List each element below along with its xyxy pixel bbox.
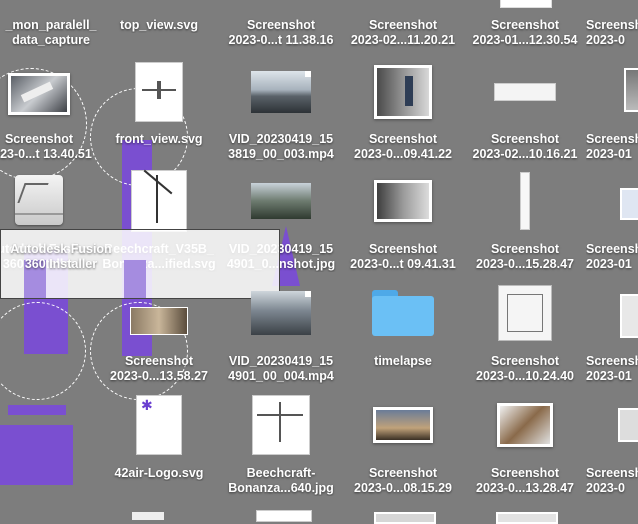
- screenshot-thumbnail: [475, 282, 575, 344]
- file-detail: 2023-01: [586, 147, 632, 161]
- file-detail: 2023-0...15.28.47: [476, 257, 574, 271]
- screenshot-thumbnail: [475, 62, 575, 122]
- file-detail: 360 Installer: [2, 257, 76, 271]
- screenshot-thumbnail: [109, 282, 209, 344]
- file-detail: 2023-0: [586, 481, 625, 495]
- file-r1c0[interactable]: Screenshot2023-0...t 13.40.51: [0, 66, 100, 178]
- file-detail: 2023-01: [586, 257, 632, 271]
- file-name: Screenshot: [368, 132, 438, 146]
- file-detail: Bonanza...640.jpg: [228, 481, 334, 495]
- file-detail: 2023-0...13.58.27: [110, 369, 208, 383]
- file-name: Screenshot: [124, 354, 194, 368]
- file-name: Screenshot: [586, 132, 638, 146]
- file-r1c3[interactable]: Screenshot 2023-0...09.41.22: [342, 62, 464, 174]
- file-name: Screenshot: [490, 132, 560, 146]
- file-r3c3[interactable]: timelapse: [342, 282, 464, 394]
- file-name: Screenshot: [368, 242, 438, 256]
- file-name: top_view.svg: [119, 18, 199, 32]
- file-r4c1[interactable]: ✱ 42air-Logo.svg: [98, 394, 220, 506]
- file-detail: 4901_00_004.mp4: [228, 369, 334, 383]
- file-detail: 2023-02...11.20.21: [350, 33, 456, 47]
- svg-thumbnail: [109, 169, 209, 232]
- file-detail: 4901_0...nshot.jpg: [226, 257, 336, 271]
- file-name: Screenshot: [4, 132, 74, 146]
- file-name: VID_20230419_15: [228, 132, 334, 146]
- partial-thumbnail: [256, 510, 312, 522]
- partial-thumbnail: [374, 512, 436, 524]
- partial-thumbnail: [496, 512, 558, 524]
- file-detail: 2023-0: [586, 33, 625, 47]
- purple-block-bottom: [8, 405, 66, 415]
- file-r4c3[interactable]: Screenshot 2023-0...08.15.29: [342, 394, 464, 506]
- file-name: VID_20230419_15: [228, 354, 334, 368]
- file-detail: 2023-0...13.28.47: [476, 481, 574, 495]
- file-r1c5[interactable]: Screenshot2023-01: [586, 62, 638, 174]
- file-detail: 2023-01: [586, 369, 632, 383]
- file-r3c4[interactable]: Screenshot 2023-0...10.24.40: [464, 282, 586, 394]
- file-r1c1[interactable]: front_view.svg: [98, 62, 220, 174]
- file-r4c5[interactable]: Screenshot2023-0: [586, 394, 638, 506]
- file-r3c2[interactable]: VID_20230419_15 4901_00_004.mp4: [220, 282, 342, 394]
- file-name: 42air-Logo.svg: [114, 466, 204, 480]
- file-name: Screenshot: [490, 466, 560, 480]
- file-name: Screenshot: [586, 242, 638, 256]
- svg-thumbnail: [109, 62, 209, 122]
- file-detail: 3819_00_003.mp4: [228, 147, 334, 161]
- file-detail: 2023-0...08.15.29: [354, 481, 452, 495]
- file-name: Beechcraft-: [246, 466, 316, 480]
- file-name: Screenshot: [586, 354, 638, 368]
- video-thumbnail: [231, 62, 331, 122]
- screenshot-thumbnail: [231, 170, 331, 232]
- file-detail: 2023-0...t 11.38.16: [228, 33, 334, 47]
- file-name: Screenshot: [490, 18, 560, 32]
- file-name: VID_20230419_15: [228, 242, 334, 256]
- file-r2c2[interactable]: VID_20230419_15 4901_0...nshot.jpg: [220, 170, 342, 282]
- file-name: Beechcraft_V35B_: [104, 242, 214, 256]
- file-name: front_view.svg: [115, 132, 203, 146]
- screenshot-thumbnail: [0, 66, 89, 122]
- purple-block-bottom-large: [0, 425, 73, 485]
- file-name: Screenshot: [246, 18, 316, 32]
- asterisk-logo-icon: ✱: [141, 398, 153, 414]
- image-thumbnail: [231, 394, 331, 456]
- screenshot-thumbnail: [353, 394, 453, 456]
- svg-thumbnail: ✱: [109, 394, 209, 456]
- screenshot-thumbnail: [353, 62, 453, 122]
- file-name: Autodesk Fusion: [0, 242, 90, 256]
- file-r2c4[interactable]: Screenshot 2023-0...15.28.47: [464, 170, 586, 282]
- file-r2c1[interactable]: Beechcraft_V35B_ Bonanza...ified.svg: [98, 169, 220, 282]
- file-r1c4[interactable]: Screenshot 2023-02...10.16.21: [464, 62, 586, 174]
- dashed-circle-3: [0, 302, 86, 400]
- folder-icon: [353, 282, 453, 344]
- file-r3c5[interactable]: Screenshot2023-01: [586, 282, 638, 394]
- file-r4c2[interactable]: Beechcraft- Bonanza...640.jpg: [220, 394, 342, 506]
- folder-name: timelapse: [374, 354, 432, 368]
- screenshot-thumbnail: [475, 170, 575, 232]
- screenshot-thumbnail: [353, 170, 453, 232]
- file-r2c0[interactable]: Autodesk Fusion360 Installer: [0, 170, 100, 282]
- file-detail: 2023-0...t 09.41.31: [350, 257, 456, 271]
- file-name: Screenshot: [586, 18, 638, 32]
- file-detail: 2023-01...12.30.54: [472, 33, 578, 47]
- file-detail: 2023-0...t 13.40.51: [0, 147, 92, 161]
- file-detail: 2023-0...09.41.22: [354, 147, 452, 161]
- drive-icon: [0, 170, 89, 230]
- file-name: Screenshot: [586, 466, 638, 480]
- file-r1c2[interactable]: VID_20230419_15 3819_00_003.mp4: [220, 62, 342, 174]
- video-thumbnail: [231, 282, 331, 344]
- file-r3c1[interactable]: Screenshot 2023-0...13.58.27: [98, 282, 220, 394]
- screenshot-thumbnail: [475, 394, 575, 456]
- file-detail: 2023-02...10.16.21: [472, 147, 578, 161]
- file-detail: Bonanza...ified.svg: [102, 257, 216, 271]
- file-r2c3[interactable]: Screenshot 2023-0...t 09.41.31: [342, 170, 464, 282]
- file-name: Screenshot: [368, 466, 438, 480]
- file-r2c5[interactable]: Screenshot2023-01: [586, 170, 638, 282]
- file-detail: 2023-0...10.24.40: [476, 369, 574, 383]
- file-name: Screenshot: [490, 242, 560, 256]
- partial-thumbnail: [132, 512, 164, 520]
- file-r4c4[interactable]: Screenshot 2023-0...13.28.47: [464, 394, 586, 506]
- file-name: Screenshot: [368, 18, 438, 32]
- file-name: Screenshot: [490, 354, 560, 368]
